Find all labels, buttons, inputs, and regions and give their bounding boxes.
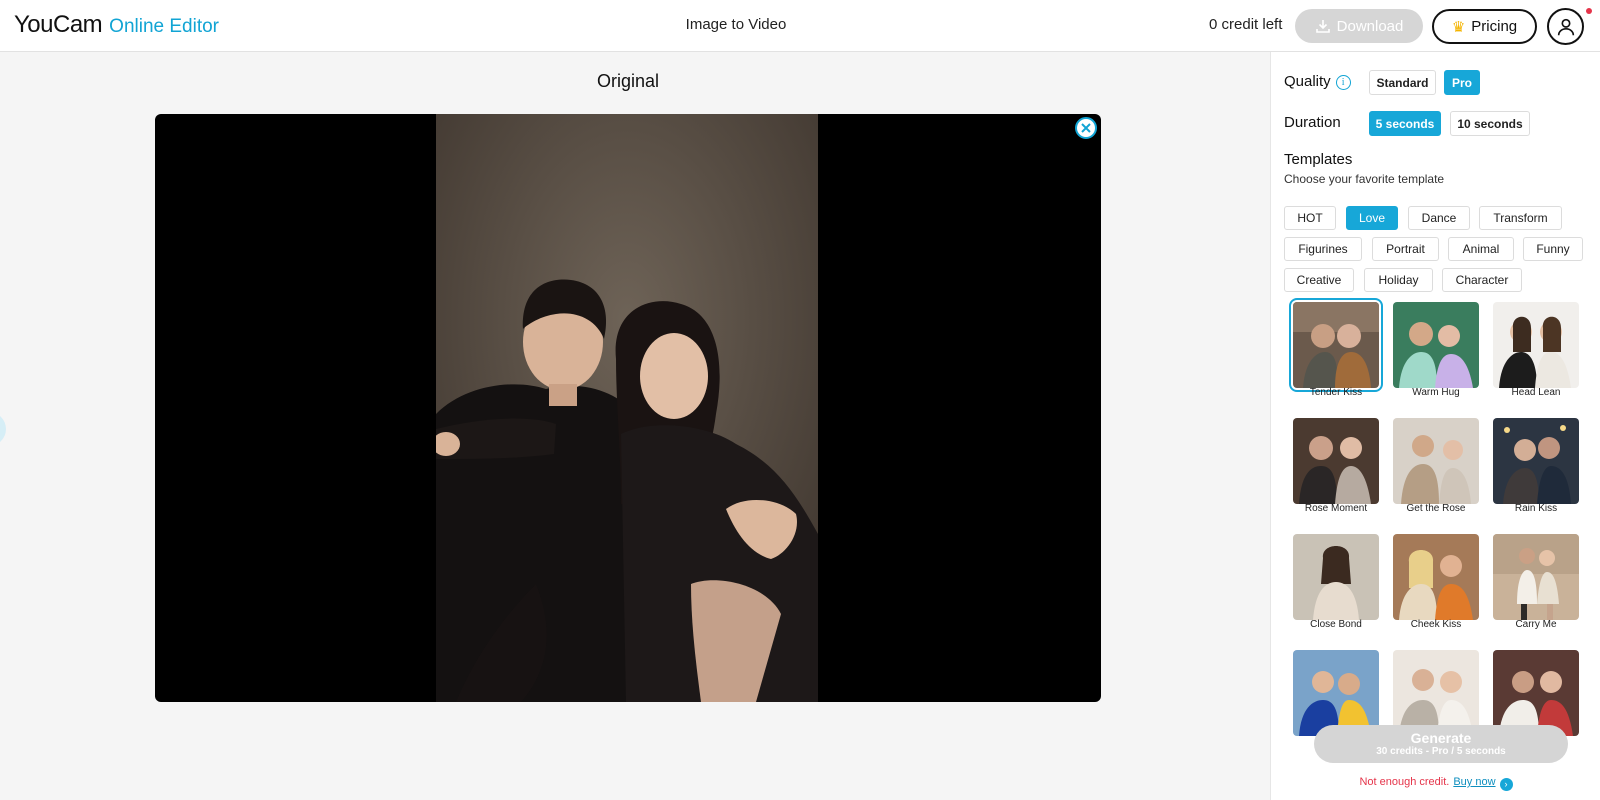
duration-5s-option[interactable]: 5 seconds <box>1369 111 1441 136</box>
template-thumb-tender-kiss[interactable] <box>1289 298 1383 392</box>
template-thumb-close-bond[interactable] <box>1293 534 1379 620</box>
template-label-head-lean: Head Lean <box>1511 387 1561 398</box>
template-image <box>1293 418 1379 504</box>
close-icon <box>1081 123 1091 133</box>
template-label-carry-me: Carry Me <box>1515 619 1557 630</box>
crown-icon: ♛ <box>1451 18 1466 36</box>
credit-warning-text: Not enough credit. <box>1359 776 1450 788</box>
template-thumb-rain-kiss[interactable] <box>1493 418 1579 504</box>
pricing-label: Pricing <box>1471 18 1518 35</box>
template-label-rose-moment: Rose Moment <box>1304 503 1368 514</box>
template-thumb-row4-1[interactable] <box>1293 650 1379 736</box>
category-character[interactable]: Character <box>1442 268 1522 292</box>
notification-dot <box>1586 8 1592 14</box>
template-image <box>1393 302 1479 388</box>
template-thumb-head-lean[interactable] <box>1493 302 1579 388</box>
category-love[interactable]: Love <box>1346 206 1398 230</box>
generate-button[interactable]: Generate 30 credits - Pro / 5 seconds <box>1314 725 1568 763</box>
template-thumb-warm-hug[interactable] <box>1393 302 1479 388</box>
templates-title: Templates <box>1284 151 1353 168</box>
side-collapse-handle[interactable] <box>0 412 6 446</box>
user-icon <box>1557 18 1574 35</box>
quality-label: Quality i <box>1284 73 1351 90</box>
buy-now-link[interactable]: Buy now <box>1453 776 1495 788</box>
template-label-tender-kiss: Tender Kiss <box>1309 387 1363 398</box>
duration-label: Duration <box>1284 114 1341 131</box>
preview-title: Original <box>596 71 660 91</box>
template-image <box>1293 534 1379 620</box>
template-thumb-get-the-rose[interactable] <box>1393 418 1479 504</box>
template-image <box>1493 418 1579 504</box>
download-button[interactable]: Download <box>1295 9 1423 43</box>
info-icon[interactable]: i <box>1335 75 1351 90</box>
category-figurines[interactable]: Figurines <box>1284 237 1362 261</box>
template-image <box>1493 650 1579 736</box>
category-animal[interactable]: Animal <box>1448 237 1514 261</box>
uploaded-photo <box>436 114 818 702</box>
top-bar: YouCam Online Editor Image to Video 0 cr… <box>0 0 1600 52</box>
category-transform[interactable]: Transform <box>1479 206 1562 230</box>
generate-label: Generate <box>1410 729 1472 746</box>
template-image <box>1493 302 1579 388</box>
template-label-rain-kiss: Rain Kiss <box>1514 503 1558 514</box>
image-preview <box>155 114 1101 702</box>
settings-panel: Quality i Standard Pro Duration 5 seconds… <box>1270 52 1600 800</box>
chevron-right-icon[interactable]: › <box>1499 777 1513 791</box>
templates-subtitle: Choose your favorite template <box>1284 172 1445 186</box>
quality-standard-option[interactable]: Standard <box>1369 70 1436 95</box>
template-image <box>1393 418 1479 504</box>
template-image <box>1393 650 1479 736</box>
template-thumb-rose-moment[interactable] <box>1293 418 1379 504</box>
user-avatar-button[interactable] <box>1547 8 1584 45</box>
category-holiday[interactable]: Holiday <box>1364 268 1433 292</box>
template-image <box>1293 650 1379 736</box>
template-thumb-cheek-kiss[interactable] <box>1393 534 1479 620</box>
template-label-close-bond: Close Bond <box>1310 619 1362 630</box>
category-dance[interactable]: Dance <box>1408 206 1470 230</box>
template-image <box>1293 302 1379 388</box>
template-image <box>1493 534 1579 620</box>
pricing-button[interactable]: ♛ Pricing <box>1432 9 1537 44</box>
template-label-cheek-kiss: Cheek Kiss <box>1410 619 1462 630</box>
duration-10s-option[interactable]: 10 seconds <box>1450 111 1530 136</box>
template-thumb-row4-3[interactable] <box>1493 650 1579 736</box>
quality-label-text: Quality <box>1284 73 1331 90</box>
download-icon <box>1315 20 1330 33</box>
template-image <box>1393 534 1479 620</box>
download-label: Download <box>1336 17 1404 35</box>
template-thumb-carry-me[interactable] <box>1493 534 1579 620</box>
credit-warning: Not enough credit. Buy now › <box>1271 776 1600 791</box>
quality-pro-option[interactable]: Pro <box>1444 70 1480 95</box>
category-funny[interactable]: Funny <box>1523 237 1583 261</box>
generate-cost: 30 credits - Pro / 5 seconds <box>1376 745 1506 757</box>
template-thumb-row4-2[interactable] <box>1393 650 1479 736</box>
credit-count: 0 credit left <box>1209 16 1283 33</box>
category-creative[interactable]: Creative <box>1284 268 1354 292</box>
template-label-get-the-rose: Get the Rose <box>1406 503 1466 514</box>
template-label-warm-hug: Warm Hug <box>1412 387 1460 398</box>
category-hot[interactable]: HOT <box>1284 206 1336 230</box>
category-portrait[interactable]: Portrait <box>1372 237 1439 261</box>
remove-image-button[interactable] <box>1075 117 1097 139</box>
